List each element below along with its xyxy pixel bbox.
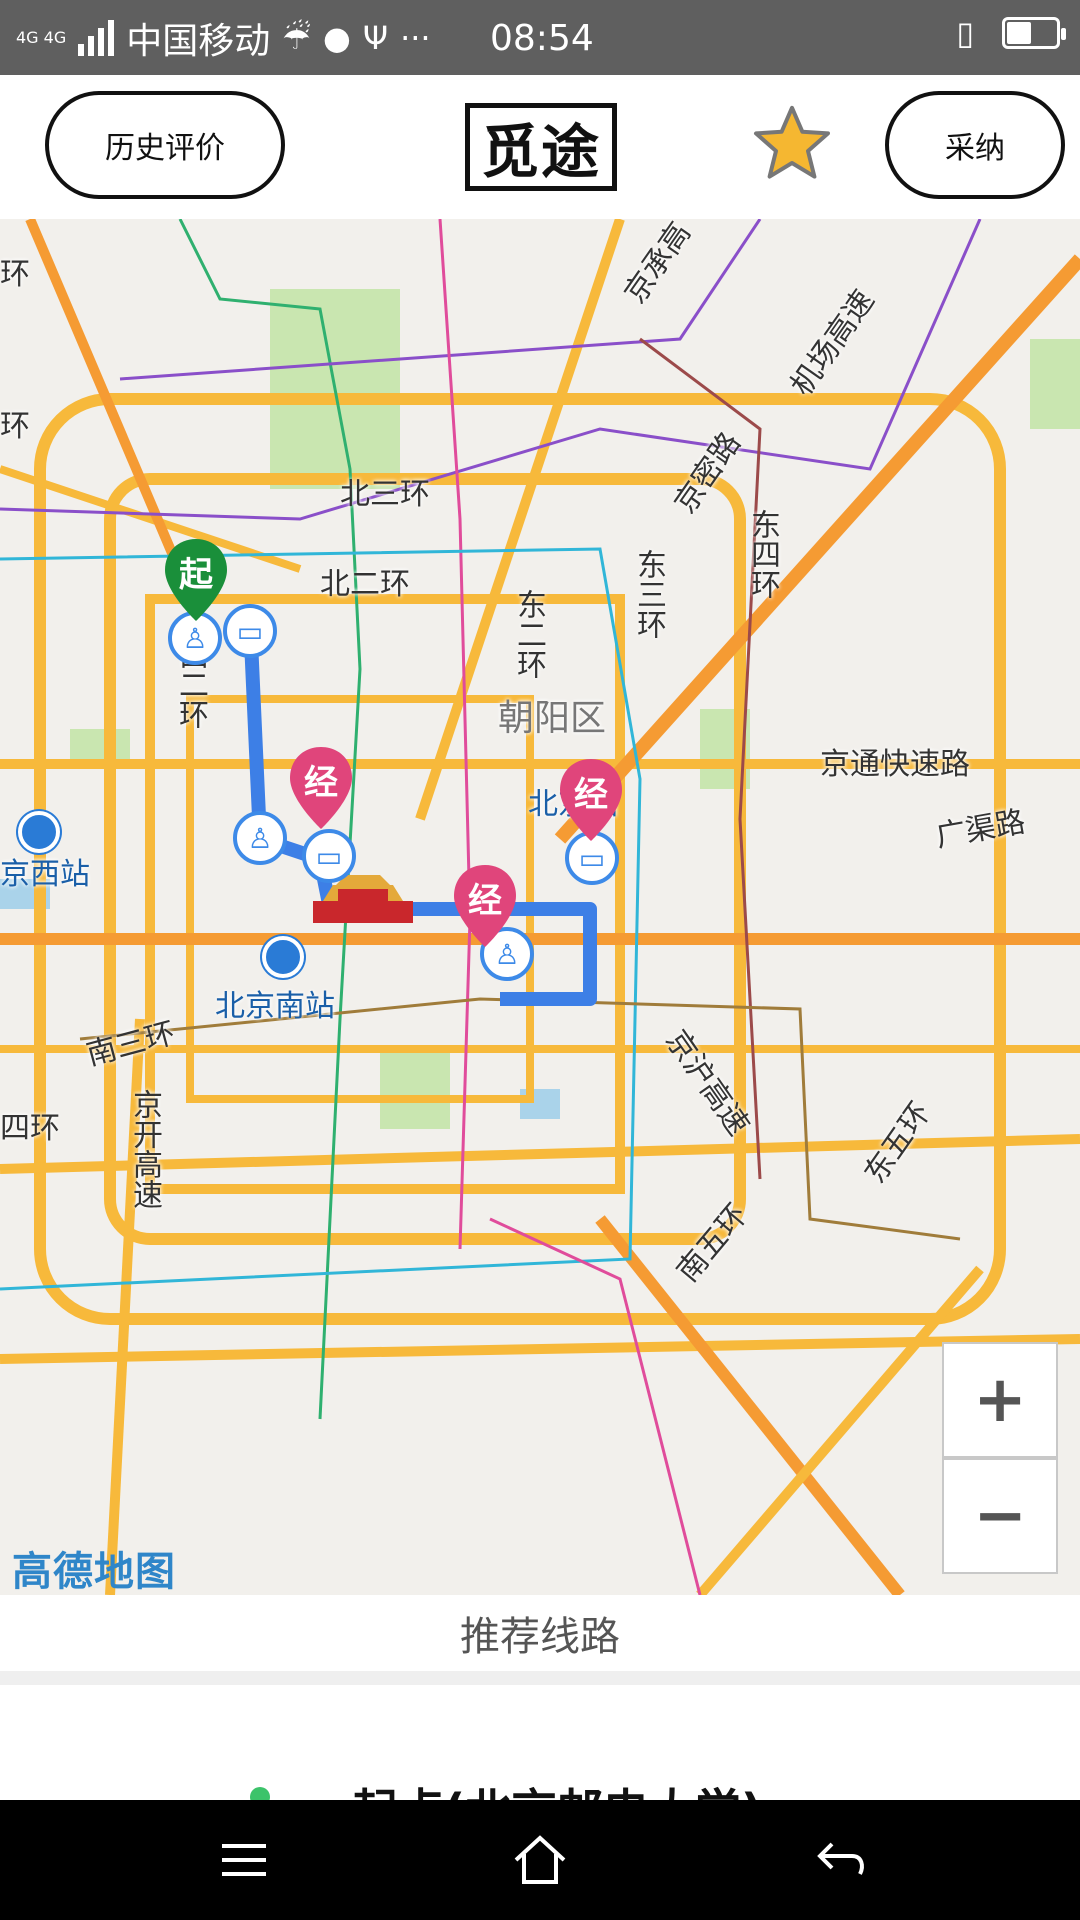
home-icon[interactable]	[510, 1830, 570, 1890]
app-header: 历史评价 觅途 采纳	[0, 75, 1080, 219]
district-label: 朝阳区	[498, 698, 607, 739]
zoom-out-button[interactable]: −	[942, 1458, 1058, 1574]
weather-rain-icon: ☔	[282, 18, 311, 57]
more-icon: ···	[400, 18, 431, 57]
adopt-button[interactable]: 采纳	[885, 91, 1065, 199]
start-pin[interactable]: 起	[163, 537, 229, 623]
train-station-icon[interactable]	[262, 936, 304, 978]
road-label: 北三环	[340, 477, 430, 512]
bus-icon: ▭	[302, 829, 356, 883]
walk-icon: ♙	[233, 811, 287, 865]
start-dot-icon	[250, 1787, 270, 1800]
vibrate-icon: ▯	[956, 14, 974, 52]
history-review-button[interactable]: 历史评价	[45, 91, 285, 199]
status-bar: 4G 4G 中国移动 ☔ ● Ψ ··· 08:54 ▯	[0, 0, 1080, 75]
battery-level	[1007, 22, 1031, 44]
clock: 08:54	[490, 18, 594, 59]
via-pin-label: 经	[574, 775, 608, 815]
via-pin-label: 经	[468, 881, 502, 921]
zoom-in-button[interactable]: +	[942, 1342, 1058, 1458]
train-station-icon[interactable]	[18, 811, 60, 853]
road-label: 东二环	[511, 589, 546, 679]
road-label: 东三环	[631, 549, 666, 639]
via-pin[interactable]: 经	[558, 757, 624, 843]
carrier-label: 中国移动	[126, 20, 271, 62]
route-start-label: 起点(北京邮电大学)	[352, 1775, 762, 1800]
map-view[interactable]: 环 环 北三环 北二环 西二环 东二环 东三环 东四环 京密路 京承高 机场高速…	[0, 219, 1080, 1595]
via-pin-label: 经	[304, 763, 338, 803]
via-pin[interactable]: 经	[288, 745, 354, 831]
road-label: 环	[0, 409, 30, 444]
road-label: 北二环	[320, 567, 410, 602]
road-label: 东四环	[745, 509, 780, 599]
map-attribution: 高德地图	[12, 1549, 176, 1595]
system-nav-bar	[0, 1800, 1080, 1920]
logo-text: 觅途	[480, 118, 601, 186]
recommend-title: 推荐线路	[460, 1614, 620, 1660]
usb-icon: Ψ	[362, 18, 389, 57]
road-label: 京开高速	[127, 1089, 162, 1209]
road-label: 环	[0, 257, 30, 292]
network-type: 4G 4G	[16, 27, 67, 47]
back-icon[interactable]	[812, 1830, 872, 1890]
place-label: 京西站	[0, 857, 90, 892]
road-label: 四环	[0, 1111, 60, 1146]
app-logo: 觅途	[465, 103, 617, 191]
route-start-item[interactable]: 起点(北京邮电大学)	[0, 1699, 1080, 1800]
via-pin[interactable]: 经	[452, 863, 518, 949]
bus-icon: ▭	[223, 604, 277, 658]
star-icon[interactable]	[752, 103, 832, 183]
menu-icon[interactable]	[214, 1830, 274, 1890]
battery-icon	[1002, 17, 1066, 49]
recommend-route-header: 推荐线路	[0, 1595, 1080, 1685]
road-label: 京通快速路	[820, 747, 970, 782]
map-roads	[0, 219, 1080, 1595]
place-label: 北京南站	[215, 989, 335, 1024]
cat-icon: ●	[322, 18, 351, 57]
signal-icon	[78, 19, 115, 56]
start-pin-label: 起	[179, 555, 213, 595]
network-label: 4G 4G	[16, 27, 67, 47]
